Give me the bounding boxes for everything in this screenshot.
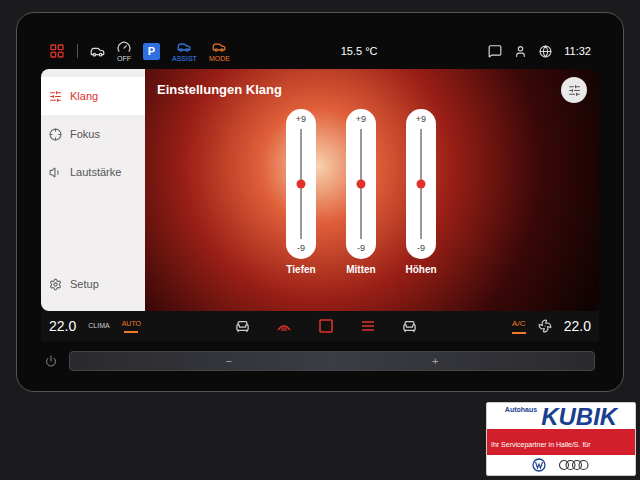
equalizer-preset-button[interactable] [561,77,587,103]
seat-vent-icon[interactable] [402,319,417,334]
sidebar-item[interactable]: Fokus [41,115,145,153]
volume-down[interactable]: − [226,353,232,370]
seat-icon[interactable] [235,319,250,334]
menu-icon[interactable] [49,43,65,59]
sidebar-item-icon [49,166,62,179]
slider-thumb[interactable] [357,180,366,189]
display-bezel: OFF P ASSIST MODE 15.5 °C 11:32 KlangFokusLaut… [16,12,624,392]
sidebar-item-icon [49,128,62,141]
sidebar: KlangFokusLautstärke Setup [41,69,145,311]
audi-logo-icon [558,459,590,471]
band-label: Tiefen [286,262,315,277]
band-slider[interactable]: +9-9 [346,109,376,259]
photo: OFF P ASSIST MODE 15.5 °C 11:32 KlangFokusLaut… [0,0,640,480]
right-temperature[interactable]: 22.0 [564,316,591,337]
dealer-logo: AutohausKUBIKIhr Servicepartner in Halle… [486,402,636,477]
volume-up[interactable]: + [432,353,438,370]
message-icon[interactable] [488,44,502,58]
gauge-icon [117,40,131,54]
equalizer-band: +9-9 Mitten [345,109,377,277]
mode-icon [212,40,226,54]
page-title: Einstellungen Klang [157,80,282,100]
status-bar: OFF P ASSIST MODE 15.5 °C 11:32 [41,35,599,67]
hardware-controls: −+ [41,341,599,381]
climate-bar: 22.0 CLIMA AUTO A/C 22.0 [41,311,599,341]
sidebar-item[interactable]: Lautstärke [41,153,145,191]
rear-defrost-icon[interactable] [360,318,376,334]
profile-icon[interactable] [514,45,527,58]
climate-button[interactable]: CLIMA [88,321,109,332]
clock: 11:32 [564,43,591,60]
band-slider[interactable]: +9-9 [286,109,316,259]
background-picture: Einstellungen Klang+9-9Tiefen+9-9Mitten+… [145,69,599,311]
climate-button[interactable]: AUTO [122,319,141,334]
equalizer: +9-9 Tiefen +9-9 Mitten +9-9 Höhen [145,103,599,277]
park-button[interactable]: P [143,43,160,60]
vw-logo-icon [532,458,546,472]
slider-thumb[interactable] [417,180,426,189]
equalizer-band: +9-9 Höhen [405,109,437,277]
power-icon[interactable] [45,355,57,367]
max-defrost-icon[interactable] [318,318,334,334]
sidebar-item[interactable]: Setup [41,265,145,303]
slider-thumb[interactable] [297,180,306,189]
assist-icon [177,40,191,54]
left-temperature[interactable]: 22.0 [49,316,76,337]
fan-icon[interactable] [538,319,552,333]
sidebar-item[interactable]: Klang [41,77,145,115]
band-label: Mitten [346,262,375,277]
connectivity-icon[interactable] [539,45,552,58]
status-button[interactable]: ASSIST [172,40,197,62]
band-label: Höhen [405,262,436,277]
outside-temperature: 15.5 °C [341,43,378,60]
equalizer-icon [568,84,581,97]
equalizer-band: +9-9 Tiefen [285,109,317,277]
volume-slider[interactable]: −+ [69,351,595,371]
status-button[interactable]: OFF [117,40,131,62]
climate-button[interactable]: A/C [512,318,526,334]
band-slider[interactable]: +9-9 [406,109,436,259]
sidebar-item-icon [49,90,62,103]
sound-panel: KlangFokusLautstärke Setup Einstellungen K… [41,69,599,311]
sidebar-item-icon [49,278,62,291]
car-icon[interactable] [90,44,105,59]
windshield-defrost-icon[interactable] [276,318,292,334]
status-button[interactable]: MODE [209,40,230,62]
